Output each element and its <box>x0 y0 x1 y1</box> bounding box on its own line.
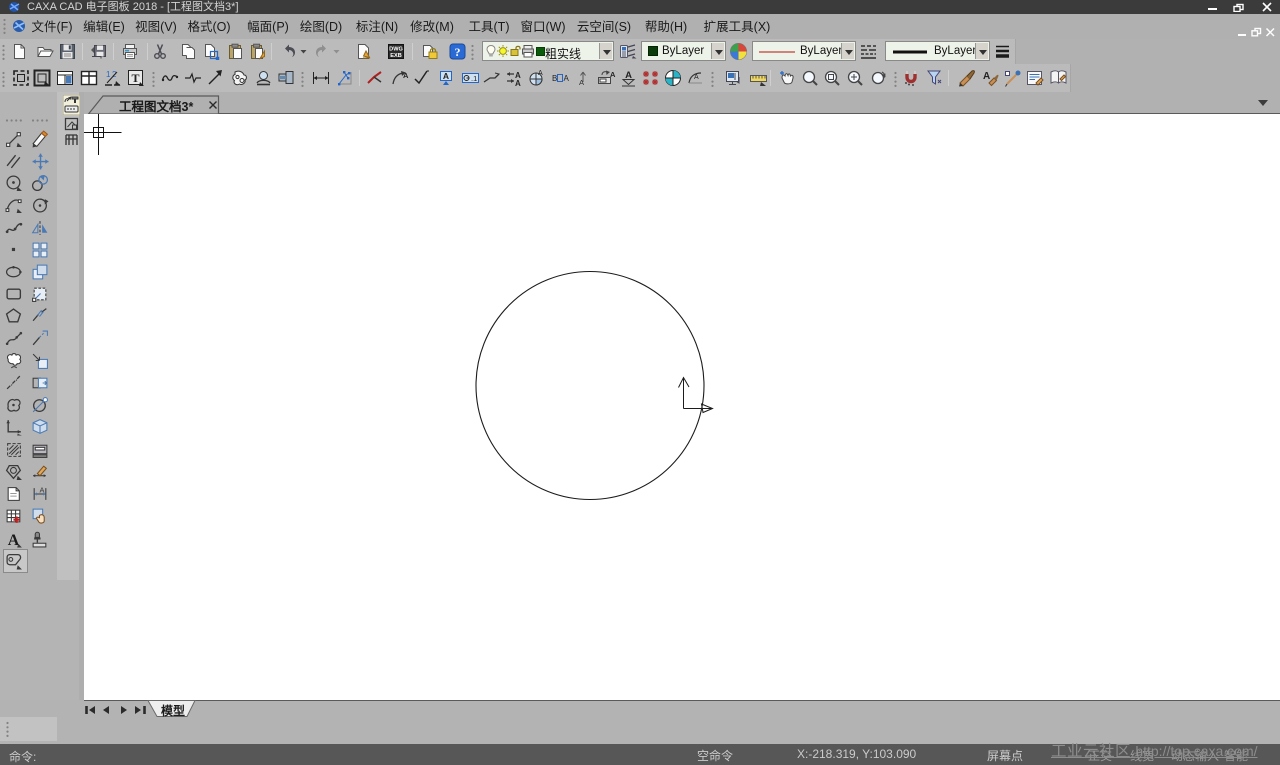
svg-text:A: A <box>610 70 616 79</box>
svg-text:DWG: DWG <box>389 47 403 53</box>
svg-text:A: A <box>538 70 543 77</box>
svg-text:A: A <box>515 79 521 87</box>
svg-text:T: T <box>131 71 139 85</box>
svg-text:A: A <box>39 485 44 494</box>
svg-text:EXB: EXB <box>390 53 402 59</box>
svg-text:1: 1 <box>106 70 111 79</box>
svg-text:A: A <box>443 71 449 81</box>
svg-text:A: A <box>579 78 584 86</box>
svg-text:?: ? <box>455 45 461 59</box>
svg-text:B: B <box>552 74 557 83</box>
svg-text:A: A <box>403 71 409 80</box>
svg-text:A: A <box>694 74 699 81</box>
svg-text:.1: .1 <box>471 74 477 83</box>
svg-text:A: A <box>983 71 990 82</box>
svg-text:A: A <box>564 74 570 83</box>
